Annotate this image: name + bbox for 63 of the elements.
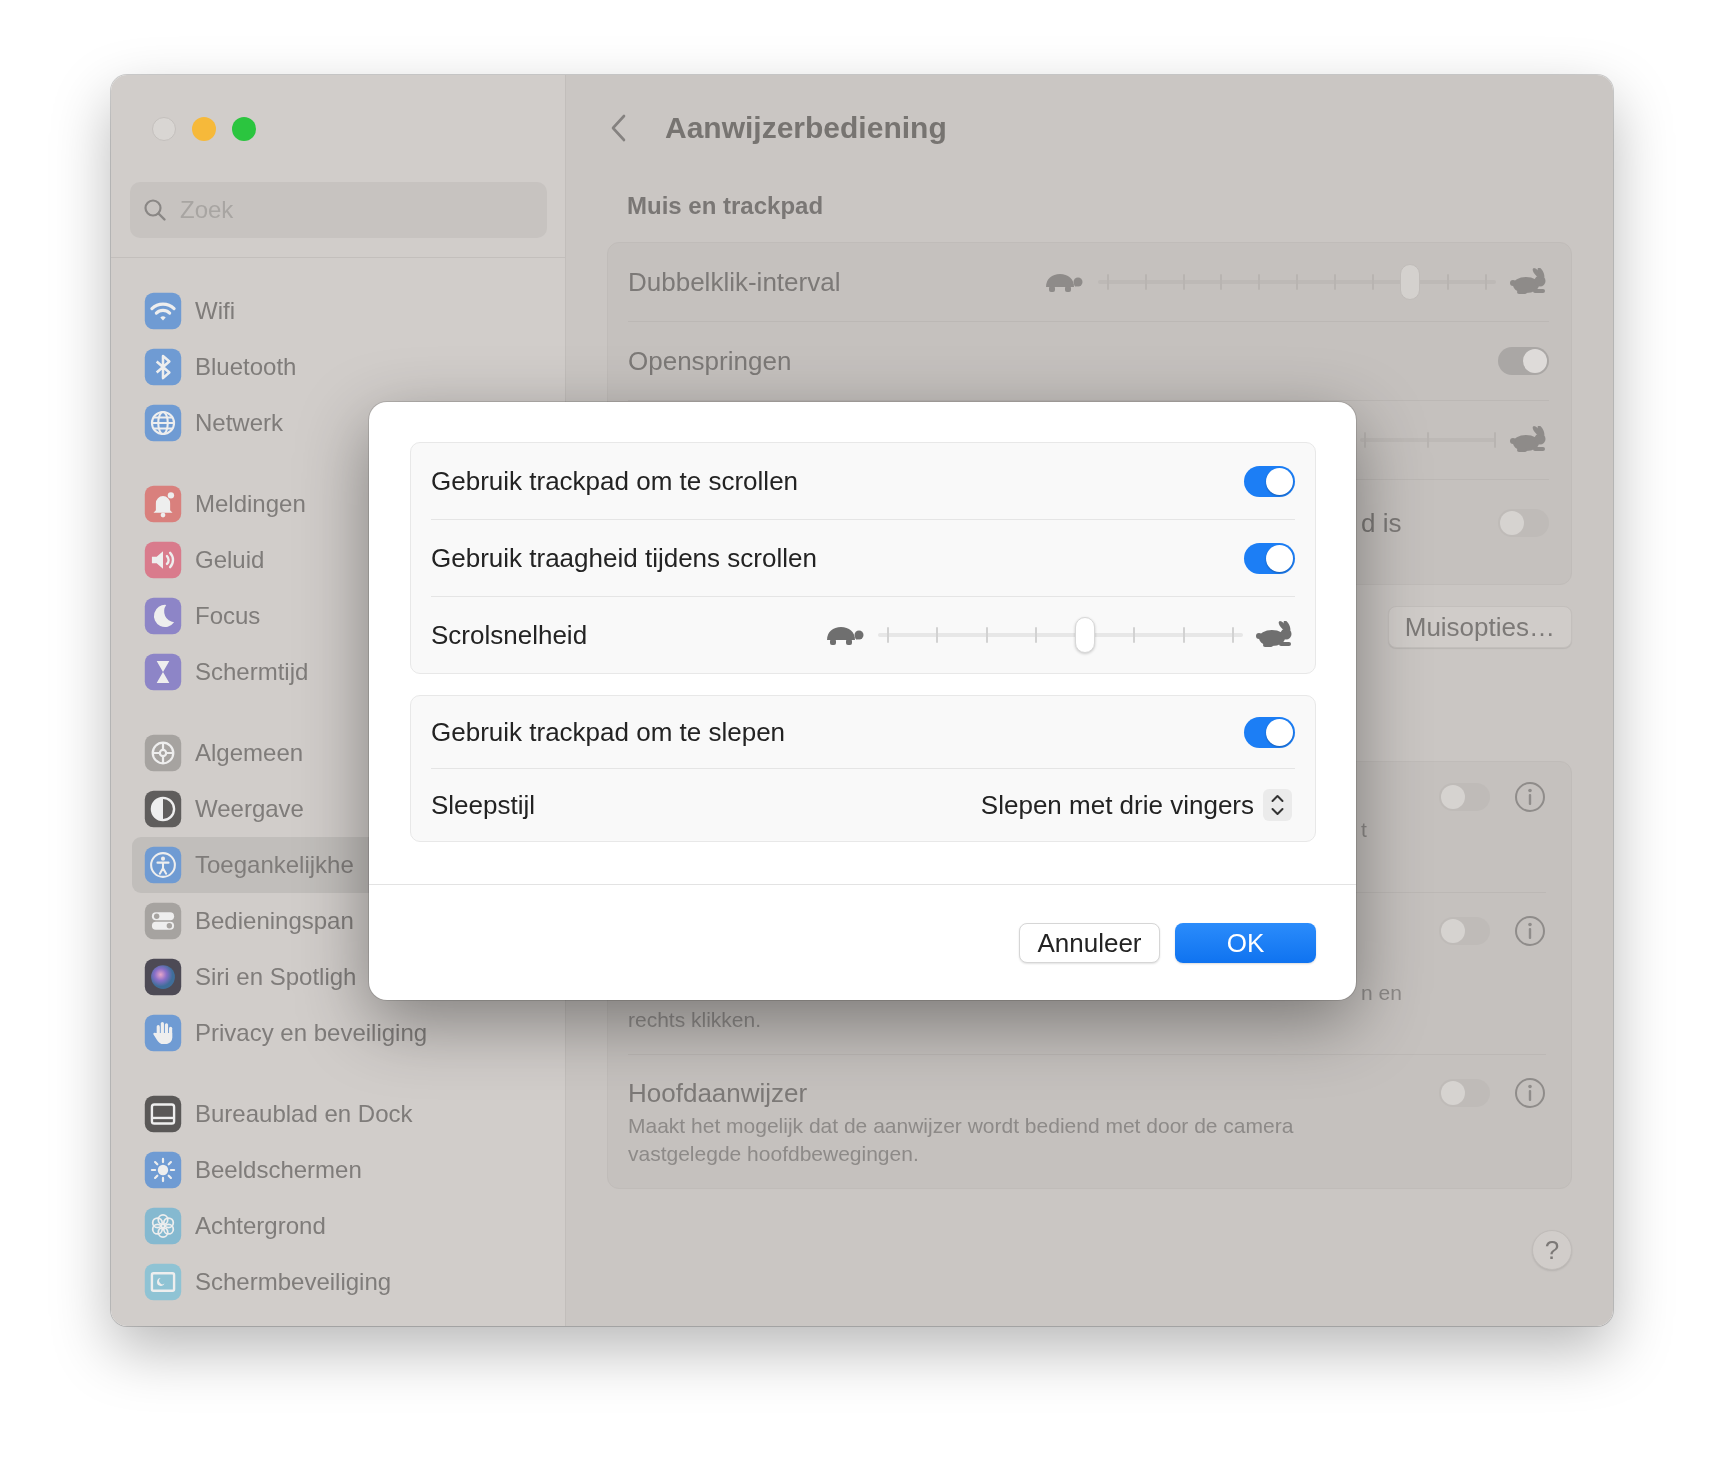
setting-label: Gebruik traagheid tijdens scrollen: [431, 542, 817, 574]
window-icon: [144, 1095, 182, 1133]
popup-button[interactable]: Slepen met drie vingers: [980, 789, 1295, 821]
accessibility-icon: [144, 846, 182, 884]
contrast-icon: [144, 790, 182, 828]
info-icon[interactable]: [1514, 915, 1546, 947]
slider-thumb[interactable]: [1400, 264, 1421, 300]
sidebar-item[interactable]: Schermbeveiliging: [132, 1254, 544, 1310]
sidebar-item[interactable]: Siri en Spotligh: [132, 949, 544, 1005]
wifi-icon: [144, 292, 182, 330]
screen-icon: [144, 1263, 182, 1301]
options-button[interactable]: Muisopties…: [1387, 606, 1572, 648]
page-title: Aanwijzerbediening: [665, 111, 947, 145]
orb-icon: [144, 958, 182, 996]
toggle-switch[interactable]: [1498, 347, 1549, 375]
toggle-switch[interactable]: [1244, 716, 1295, 748]
slider-track[interactable]: [1098, 264, 1496, 300]
bluetooth-icon: [144, 348, 182, 386]
hand-icon: [144, 1014, 182, 1052]
minimize-button[interactable]: [192, 117, 216, 141]
back-button[interactable]: [610, 113, 627, 143]
chevrons-icon: [1263, 789, 1292, 821]
sidebar-item[interactable]: Wifi: [132, 283, 544, 339]
info-icon[interactable]: [1514, 1077, 1546, 1109]
setting-label: Gebruik trackpad om te slepen: [431, 716, 786, 748]
option-title: Hoofdaanwijzer: [628, 1077, 809, 1109]
setting-label: Gebruik trackpad om te scrollen: [431, 465, 799, 497]
description-text: Maakt het mogelijk dat de aanwijzer wordt bediend met door de camera vastgelegde hoofdbewegingen.: [628, 1113, 1295, 1167]
section-title: Muis en trackpad: [627, 191, 825, 221]
gear-icon: [144, 734, 182, 772]
toggle-switch[interactable]: [1244, 542, 1295, 574]
hourglass-icon: [144, 653, 182, 691]
search-icon: [142, 197, 168, 223]
setting-label: d is: [1360, 507, 1402, 540]
toggle-switch[interactable]: [1439, 917, 1490, 945]
moon-icon: [144, 597, 182, 635]
slider-thumb[interactable]: [1074, 617, 1095, 653]
sidebar-item[interactable]: Beeldschermen: [132, 1142, 544, 1198]
toggle-switch[interactable]: [1439, 1079, 1490, 1107]
zoom-button[interactable]: [232, 117, 256, 141]
globe-icon: [144, 404, 182, 442]
cancel-button[interactable]: Annuleer: [1019, 923, 1160, 963]
sun-icon: [144, 1151, 182, 1189]
sidebar-item[interactable]: Privacy en beveiliging: [132, 1005, 544, 1061]
sidebar-item[interactable]: Achtergrond: [132, 1198, 544, 1254]
help-button[interactable]: ?: [1532, 1230, 1572, 1270]
toggle-switch[interactable]: [1244, 465, 1295, 497]
setting-label: Sleepstijl: [431, 789, 536, 821]
sidebar-item[interactable]: Bureaublad en Dock: [132, 1086, 544, 1142]
info-icon[interactable]: [1514, 781, 1546, 813]
setting-label: Openspringen: [628, 345, 792, 377]
bell-icon: [144, 485, 182, 523]
sidebar-item[interactable]: Bedieningspan: [132, 893, 544, 949]
sidebar-item[interactable]: Bluetooth: [132, 339, 544, 395]
ok-button[interactable]: OK: [1175, 923, 1316, 963]
slider-track[interactable]: [878, 617, 1243, 653]
toggle-switch[interactable]: [1498, 509, 1549, 537]
sidebar-item[interactable]: Netwerk: [132, 395, 544, 451]
setting-label: Dubbelklik-interval: [628, 266, 841, 298]
toggle-switch[interactable]: [1439, 783, 1490, 811]
switches-icon: [144, 902, 182, 940]
flower-icon: [144, 1207, 182, 1245]
speaker-icon: [144, 541, 182, 579]
